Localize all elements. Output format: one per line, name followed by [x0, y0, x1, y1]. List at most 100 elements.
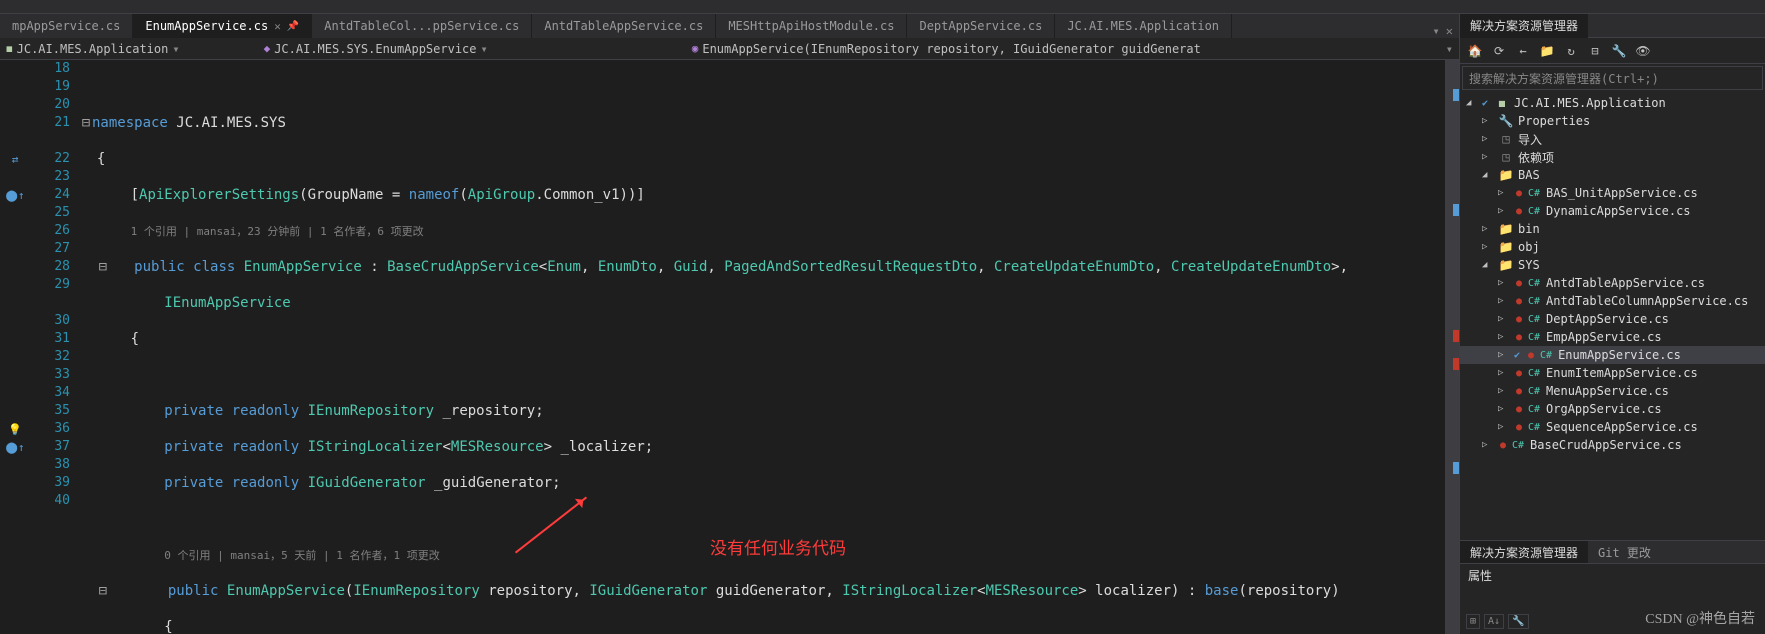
breadcrumb-sep: ▾ — [1446, 42, 1453, 56]
tree-root[interactable]: ◢ ✔ ◼ JC.AI.MES.Application — [1460, 94, 1765, 112]
expand-icon[interactable]: ◢ — [1466, 98, 1478, 108]
git-status-icon: ● — [1528, 350, 1534, 361]
fold-icon[interactable]: ⊟ — [97, 258, 109, 276]
tree-item[interactable]: ▷●C#AntdTableAppService.cs — [1460, 274, 1765, 292]
expand-icon[interactable]: ▷ — [1498, 314, 1510, 324]
fold-icon[interactable]: ⊟ — [80, 114, 92, 132]
preview-icon[interactable]: 👁 — [1634, 42, 1652, 60]
collapse-icon[interactable]: ⊟ — [1586, 42, 1604, 60]
tab-6[interactable]: JC.AI.MES.Application — [1055, 14, 1232, 38]
annotation-text: 没有任何业务代码 — [710, 540, 846, 558]
tree-item[interactable]: ▷ ◳ 导入 — [1460, 130, 1765, 148]
tree-item[interactable]: ▷●C#BAS_UnitAppService.cs — [1460, 184, 1765, 202]
tree-item-label: obj — [1518, 240, 1540, 254]
wrench-icon[interactable]: 🔧 — [1508, 614, 1528, 629]
tab-4[interactable]: MESHttpApiHostModule.cs — [716, 14, 907, 38]
tree-item-label: EmpAppService.cs — [1546, 330, 1662, 344]
tree-item-label: BAS — [1518, 168, 1540, 182]
expand-icon[interactable]: ▷ — [1482, 440, 1494, 450]
tree-item[interactable]: ▷●C#EmpAppService.cs — [1460, 328, 1765, 346]
breadcrumb-project[interactable]: ◼ JC.AI.MES.Application — [6, 42, 168, 56]
breadcrumb-bar: ◼ JC.AI.MES.Application ▾ ◆ JC.AI.MES.SY… — [0, 38, 1459, 60]
tree-item[interactable]: ▷●C#DeptAppService.cs — [1460, 310, 1765, 328]
sync-icon[interactable]: ⟳ — [1490, 42, 1508, 60]
tree-item[interactable]: ▷●C#AntdTableColumnAppService.cs — [1460, 292, 1765, 310]
expand-icon[interactable]: ▷ — [1482, 152, 1494, 162]
expand-icon[interactable]: ▷ — [1482, 224, 1494, 234]
solution-explorer-tab[interactable]: 解决方案资源管理器 — [1460, 14, 1588, 38]
tree-item[interactable]: ▷●C#DynamicAppService.cs — [1460, 202, 1765, 220]
tree-item[interactable]: ▷●C#OrgAppService.cs — [1460, 400, 1765, 418]
subtab-solution[interactable]: 解决方案资源管理器 — [1460, 541, 1588, 563]
expand-icon[interactable]: ▷ — [1498, 278, 1510, 288]
tree-item-label: 导入 — [1518, 131, 1542, 148]
lightbulb-icon[interactable]: 💡 — [8, 423, 22, 436]
close-icon[interactable]: ✕ — [274, 20, 281, 33]
show-all-icon[interactable]: 📁 — [1538, 42, 1556, 60]
reference-glyph[interactable]: ⇄ — [12, 153, 19, 166]
tree-item-label: DynamicAppService.cs — [1546, 204, 1691, 218]
breadcrumb-method[interactable]: ◉ EnumAppService(IEnumRepository reposit… — [692, 42, 1442, 56]
expand-icon[interactable]: ▷ — [1498, 386, 1510, 396]
expand-icon[interactable]: ▷ — [1482, 242, 1494, 252]
vertical-scrollbar[interactable] — [1445, 60, 1459, 634]
tree-item[interactable]: ▷ ◳ 依赖项 — [1460, 148, 1765, 166]
codelens[interactable]: 0 个引用 | mansai，5 天前 | 1 名作者，1 项更改 — [164, 549, 439, 562]
breadcrumb-sep: ▾ — [172, 42, 179, 56]
codelens[interactable]: 1 个引用 | mansai，23 分钟前 | 1 名作者，6 项更改 — [131, 225, 424, 238]
git-status-icon: ● — [1516, 188, 1522, 199]
home-icon[interactable]: 🏠 — [1466, 42, 1484, 60]
tab-1[interactable]: EnumAppService.cs✕📌 — [133, 14, 312, 38]
search-input[interactable]: 搜索解决方案资源管理器(Ctrl+;) — [1462, 66, 1763, 90]
categorized-icon[interactable]: ⊞ — [1466, 614, 1480, 629]
tab-2[interactable]: AntdTableCol...ppService.cs — [312, 14, 532, 38]
reference-icon: ◳ — [1498, 150, 1514, 164]
pin-icon[interactable]: 📌 — [287, 21, 299, 32]
tree-item[interactable]: ▷●C#MenuAppService.cs — [1460, 382, 1765, 400]
expand-icon[interactable]: ▷ — [1498, 332, 1510, 342]
tab-3[interactable]: AntdTableAppService.cs — [532, 14, 716, 38]
expand-icon[interactable]: ▷ — [1482, 134, 1494, 144]
fold-icon[interactable]: ⊟ — [97, 582, 109, 600]
tab-settings-icon[interactable]: ✕ — [1446, 24, 1453, 38]
tree-item[interactable]: ▷●C#SequenceAppService.cs — [1460, 418, 1765, 436]
tree-item[interactable]: ▷●C#EnumItemAppService.cs — [1460, 364, 1765, 382]
tree-item[interactable]: ▷🔧Properties — [1460, 112, 1765, 130]
tree-item[interactable]: ▷📁bin — [1460, 220, 1765, 238]
csharp-file-icon: C# — [1526, 386, 1542, 397]
tree-item[interactable]: ▷ 📁 obj — [1460, 238, 1765, 256]
change-glyph[interactable]: ⬤↑ — [6, 189, 25, 202]
tree-item[interactable]: ▷●C#BaseCrudAppService.cs — [1460, 436, 1765, 454]
expand-icon[interactable]: ▷ — [1498, 296, 1510, 306]
code-editor[interactable]: ⊟namespace JC.AI.MES.SYS { [ApiExplorerS… — [80, 60, 1445, 634]
folder-icon: 📁 — [1498, 240, 1514, 254]
expand-icon[interactable]: ▷ — [1498, 368, 1510, 378]
tab-0[interactable]: mpAppService.cs — [0, 14, 133, 38]
refresh-icon[interactable]: ↻ — [1562, 42, 1580, 60]
expand-icon[interactable]: ◢ — [1482, 170, 1494, 180]
tree-item[interactable]: ◢📁SYS — [1460, 256, 1765, 274]
expand-icon[interactable]: ▷ — [1498, 206, 1510, 216]
alphabetical-icon[interactable]: A↓ — [1484, 614, 1504, 629]
back-icon[interactable]: ← — [1514, 42, 1532, 60]
expand-icon[interactable]: ▷ — [1498, 404, 1510, 414]
reference-icon: ◳ — [1498, 132, 1514, 146]
git-status-icon: ● — [1516, 332, 1522, 343]
properties-icon[interactable]: 🔧 — [1610, 42, 1628, 60]
expand-icon[interactable]: ▷ — [1498, 350, 1510, 360]
tree-item[interactable]: ◢📁BAS — [1460, 166, 1765, 184]
tree-item-label: EnumAppService.cs — [1558, 348, 1681, 362]
tab-overflow-icon[interactable]: ▾ — [1433, 24, 1440, 38]
expand-icon[interactable]: ▷ — [1498, 422, 1510, 432]
change-glyph[interactable]: ⬤↑ — [6, 441, 25, 454]
breadcrumb-namespace[interactable]: ◆ JC.AI.MES.SYS.EnumAppService — [264, 42, 477, 56]
expand-icon[interactable]: ▷ — [1482, 116, 1494, 126]
project-icon: ◼ — [6, 42, 13, 55]
tree-item-label: 依赖项 — [1518, 149, 1554, 166]
expand-icon[interactable]: ◢ — [1482, 260, 1494, 270]
tree-item[interactable]: ▷✔●C#EnumAppService.cs — [1460, 346, 1765, 364]
solution-tree: ◢ ✔ ◼ JC.AI.MES.Application ▷🔧Properties… — [1460, 92, 1765, 540]
tab-5[interactable]: DeptAppService.cs — [907, 14, 1055, 38]
expand-icon[interactable]: ▷ — [1498, 188, 1510, 198]
subtab-git[interactable]: Git 更改 — [1588, 541, 1661, 563]
